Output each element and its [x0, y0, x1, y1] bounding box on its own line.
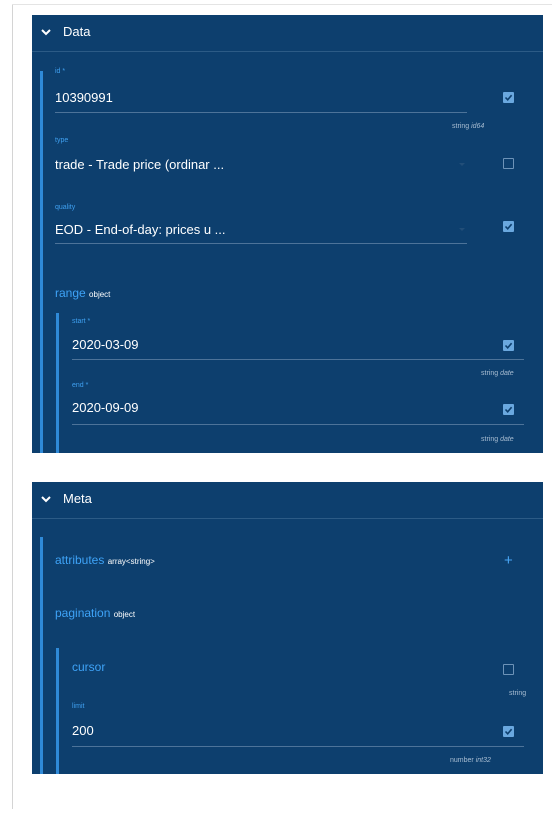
meta-panel: Meta attributes array<string> + paginati… — [32, 482, 543, 774]
attributes-section-kind: array<string> — [107, 557, 155, 566]
data-group-indent-bar — [40, 71, 43, 453]
start-label: start * — [72, 318, 91, 325]
caret-down-icon[interactable] — [459, 228, 465, 231]
type-select[interactable]: trade - Trade price (ordinar ... — [55, 157, 224, 172]
id-field-underline — [55, 112, 467, 113]
meta-panel-header[interactable]: Meta — [32, 482, 543, 519]
id-label: id * — [55, 68, 66, 75]
pagination-section-kind: object — [113, 610, 136, 619]
pagination-group-indent-bar — [56, 648, 59, 774]
frame-border-left — [12, 4, 13, 809]
id-field[interactable]: 10390991 — [55, 90, 113, 105]
checkmark-icon — [504, 223, 513, 230]
range-section-kind: object — [89, 290, 111, 299]
meta-group-indent-bar — [40, 537, 43, 774]
start-type-hint: string date — [481, 370, 514, 377]
cursor-label: cursor — [72, 660, 106, 674]
end-field-underline — [72, 424, 524, 425]
start-checkbox[interactable] — [503, 340, 514, 351]
end-field[interactable]: 2020-09-09 — [72, 400, 139, 415]
checkmark-icon — [504, 728, 513, 735]
chevron-down-icon[interactable] — [40, 494, 52, 504]
start-field[interactable]: 2020-03-09 — [72, 337, 139, 352]
meta-panel-title: Meta — [63, 491, 92, 506]
range-section-title: range object — [55, 286, 111, 300]
quality-select[interactable]: EOD - End-of-day: prices u ... — [55, 222, 226, 237]
checkmark-icon — [504, 342, 513, 349]
range-group-indent-bar — [56, 313, 59, 453]
cursor-type-hint: string — [509, 690, 527, 697]
end-checkbox[interactable] — [503, 404, 514, 415]
limit-field-underline — [72, 746, 524, 747]
chevron-down-icon[interactable] — [40, 27, 52, 37]
data-panel-title: Data — [63, 24, 91, 39]
frame-border-top — [12, 4, 552, 5]
attributes-section-title: attributes array<string> — [55, 553, 155, 567]
limit-checkbox[interactable] — [503, 726, 514, 737]
end-type-hint: string date — [481, 436, 514, 443]
quality-label: quality — [55, 204, 76, 211]
type-label: type — [55, 137, 69, 144]
data-panel-header[interactable]: Data — [32, 15, 543, 52]
checkmark-icon — [504, 94, 513, 101]
limit-type-hint: number int32 — [450, 757, 491, 764]
id-checkbox[interactable] — [503, 92, 514, 103]
start-field-underline — [72, 359, 524, 360]
type-checkbox[interactable] — [503, 158, 514, 169]
quality-checkbox[interactable] — [503, 221, 514, 232]
cursor-checkbox[interactable] — [503, 664, 514, 675]
pagination-section-title: pagination object — [55, 606, 136, 620]
data-panel: Data id * 10390991 string id64 type trad… — [32, 15, 543, 453]
caret-down-icon[interactable] — [459, 163, 465, 166]
quality-select-underline — [55, 243, 467, 244]
checkmark-icon — [504, 406, 513, 413]
limit-label: limit — [72, 703, 85, 710]
id-type-hint: string id64 — [452, 123, 485, 130]
plus-icon[interactable]: + — [504, 553, 513, 568]
end-label: end * — [72, 382, 89, 389]
limit-field[interactable]: 200 — [72, 723, 94, 738]
